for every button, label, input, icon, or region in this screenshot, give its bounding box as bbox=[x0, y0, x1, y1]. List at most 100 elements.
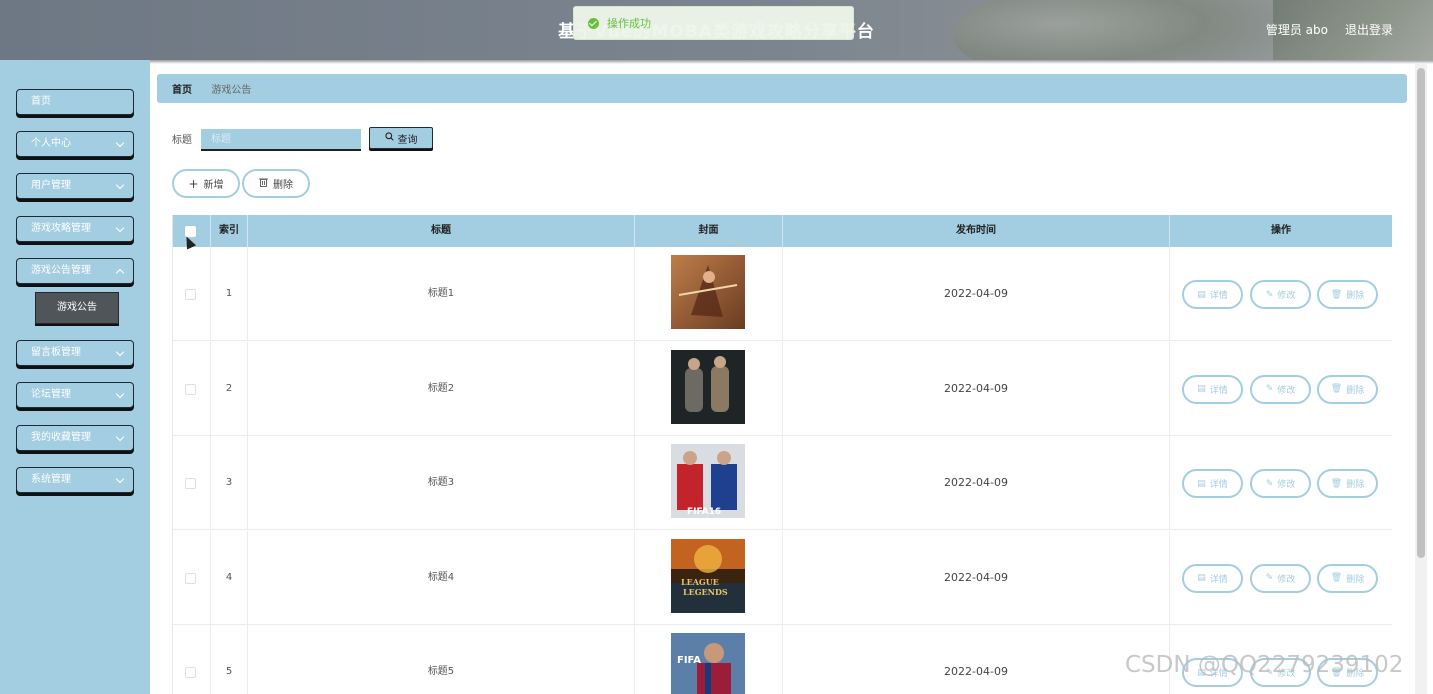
edit-button-label: 修改 bbox=[1277, 385, 1296, 396]
row-select-cell bbox=[173, 436, 211, 530]
row-checkbox[interactable] bbox=[185, 572, 196, 584]
search-icon bbox=[384, 132, 394, 144]
row-checkbox[interactable] bbox=[185, 667, 196, 678]
trash-icon: 🗑 bbox=[1330, 478, 1343, 489]
edit-button-label: 修改 bbox=[1277, 291, 1296, 301]
batch-delete-button[interactable]: 删除 bbox=[242, 169, 310, 198]
trash-icon bbox=[259, 177, 268, 190]
detail-button[interactable]: ▤ 详情 bbox=[1182, 280, 1243, 309]
svg-text:FIFA16: FIFA16 bbox=[687, 507, 721, 517]
edit-icon: ✎ bbox=[1265, 289, 1274, 300]
edit-button-label: 修改 bbox=[1277, 480, 1296, 490]
column-header-date: 发布时间 bbox=[783, 215, 1170, 247]
chevron-down-icon bbox=[115, 223, 125, 233]
sidebar-item-label: 游戏攻略管理 bbox=[31, 223, 91, 234]
detail-button[interactable]: ▤ 详情 bbox=[1182, 374, 1243, 404]
breadcrumb-current: 游戏公告 bbox=[211, 85, 252, 96]
chevron-down-icon bbox=[115, 347, 125, 357]
detail-button[interactable]: ▤ 详情 bbox=[1182, 469, 1243, 498]
sidebar-item-users[interactable]: 用户管理 bbox=[16, 173, 134, 199]
page-scrollbar[interactable] bbox=[1415, 64, 1427, 694]
edit-button[interactable]: ✎ 修改 bbox=[1250, 563, 1311, 593]
breadcrumb: 首页 / 游戏公告 bbox=[157, 74, 1407, 103]
chevron-down-icon bbox=[115, 389, 125, 399]
row-title: 标题2 bbox=[248, 341, 635, 436]
edit-icon: ✎ bbox=[1265, 573, 1274, 583]
row-title: 标题3 bbox=[248, 436, 635, 530]
query-button-label: 查询 bbox=[397, 134, 418, 146]
svg-text:LEAGUE: LEAGUE bbox=[681, 577, 719, 587]
sidebar-item-label: 我的收藏管理 bbox=[31, 432, 91, 443]
sidebar-item-home[interactable]: 首页 bbox=[16, 89, 134, 115]
table-header: 索引 标题 封面 发布时间 操作 bbox=[173, 215, 1392, 247]
toast-message: 操作成功 bbox=[607, 17, 651, 30]
column-header-actions: 操作 bbox=[1271, 225, 1291, 236]
sidebar-subitem-announcement[interactable]: 游戏公告 bbox=[35, 292, 119, 324]
row-select-cell bbox=[173, 341, 211, 436]
cover-image bbox=[671, 255, 745, 329]
table-row: 3 标题3 FIFA16 2022-04-09 ▤ 详情 ✎ 修改 🗑 删除 bbox=[173, 436, 1392, 530]
sidebar-item-label: 游戏公告管理 bbox=[31, 265, 91, 276]
breadcrumb-separator: / bbox=[200, 83, 204, 94]
document-icon: ▤ bbox=[1197, 478, 1206, 489]
svg-text:LEGENDS: LEGENDS bbox=[683, 587, 728, 597]
trash-icon: 🗑 bbox=[1330, 384, 1343, 394]
delete-button[interactable]: 🗑 删除 bbox=[1317, 374, 1378, 404]
scrollbar-thumb[interactable] bbox=[1417, 68, 1425, 558]
search-title-input[interactable] bbox=[201, 129, 361, 151]
sidebar-item-forum[interactable]: 论坛管理 bbox=[16, 382, 134, 408]
sidebar-item-favorites[interactable]: 我的收藏管理 bbox=[16, 425, 134, 451]
edit-button[interactable]: ✎ 修改 bbox=[1250, 280, 1311, 309]
delete-button-label: 删除 bbox=[1346, 385, 1365, 396]
delete-button[interactable]: 🗑 删除 bbox=[1317, 280, 1378, 309]
row-select-cell bbox=[173, 247, 211, 341]
add-button-label: 新增 bbox=[203, 180, 224, 191]
document-icon: ▤ bbox=[1197, 573, 1206, 583]
sidebar-item-messages[interactable]: 留言板管理 bbox=[16, 340, 134, 366]
sidebar-item-system[interactable]: 系统管理 bbox=[16, 467, 134, 493]
search-title-label: 标题 bbox=[172, 135, 192, 146]
detail-button-label: 详情 bbox=[1209, 385, 1228, 396]
edit-button[interactable]: ✎ 修改 bbox=[1250, 374, 1311, 404]
logout-link[interactable]: 退出登录 bbox=[1345, 21, 1393, 38]
row-publish-date: 2022-04-09 bbox=[783, 625, 1170, 694]
row-checkbox[interactable] bbox=[185, 383, 196, 395]
row-publish-date: 2022-04-09 bbox=[783, 247, 1170, 341]
delete-button-label: 删除 bbox=[1346, 480, 1365, 490]
cover-image: LEAGUE LEGENDS bbox=[671, 538, 745, 613]
row-publish-date: 2022-04-09 bbox=[783, 530, 1170, 625]
sidebar-item-profile[interactable]: 个人中心 bbox=[16, 131, 134, 157]
sidebar-item-label: 个人中心 bbox=[31, 138, 71, 149]
cover-image: FIFA bbox=[671, 633, 745, 694]
row-checkbox[interactable] bbox=[185, 478, 196, 489]
delete-button-label: 删除 bbox=[1346, 574, 1365, 585]
detail-button-label: 详情 bbox=[1209, 480, 1228, 490]
cover-image: FIFA16 bbox=[671, 444, 745, 518]
success-toast: 操作成功 bbox=[573, 6, 854, 40]
current-user: 管理员 abo bbox=[1265, 23, 1328, 37]
delete-button-label: 删除 bbox=[1346, 291, 1365, 301]
table-row: 2 标题2 2022-04-09 ▤ 详情 ✎ 修改 🗑 删除 bbox=[173, 341, 1392, 436]
trash-icon: 🗑 bbox=[1330, 289, 1343, 300]
plus-icon: + bbox=[188, 176, 199, 191]
chevron-down-icon bbox=[115, 474, 125, 484]
chevron-down-icon bbox=[115, 432, 125, 442]
header-shadow bbox=[0, 60, 1433, 64]
row-index: 4 bbox=[211, 530, 248, 625]
sidebar-item-guides[interactable]: 游戏攻略管理 bbox=[16, 216, 134, 242]
delete-button[interactable]: 🗑 删除 bbox=[1317, 469, 1378, 498]
row-checkbox[interactable] bbox=[185, 289, 196, 300]
edit-button[interactable]: ✎ 修改 bbox=[1250, 469, 1311, 498]
add-button[interactable]: + 新增 bbox=[172, 169, 240, 198]
chevron-down-icon bbox=[115, 138, 125, 148]
detail-button[interactable]: ▤ 详情 bbox=[1182, 563, 1243, 593]
breadcrumb-home[interactable]: 首页 bbox=[172, 81, 192, 96]
sidebar-item-label: 首页 bbox=[31, 96, 51, 107]
check-circle-icon bbox=[588, 17, 599, 29]
edit-icon: ✎ bbox=[1265, 384, 1274, 394]
watermark: CSDN @QQ2279239102 bbox=[1125, 652, 1404, 678]
delete-button[interactable]: 🗑 删除 bbox=[1317, 563, 1378, 593]
query-button[interactable]: 查询 bbox=[369, 127, 433, 149]
row-select-cell bbox=[173, 530, 211, 625]
sidebar-item-announcements[interactable]: 游戏公告管理 bbox=[16, 258, 134, 284]
